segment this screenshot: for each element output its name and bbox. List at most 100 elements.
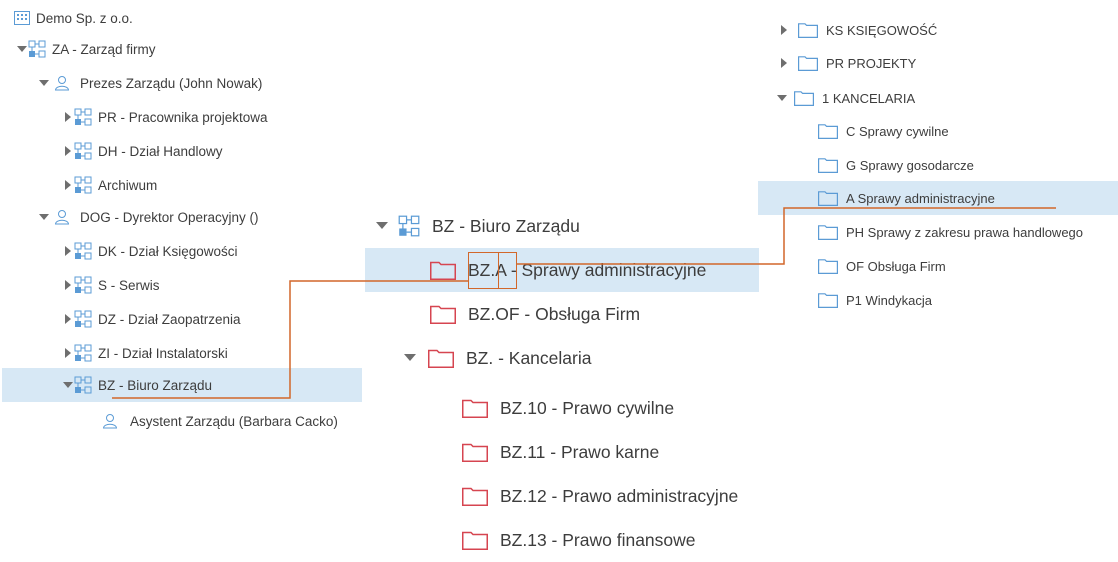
person-icon <box>54 209 70 225</box>
folder-bz-13[interactable]: BZ.13 - Prawo finansowe <box>462 518 696 562</box>
tree-item-label: BZ - Biuro Zarządu <box>432 215 580 236</box>
folder-icon <box>818 292 838 308</box>
tree-item-label: BZ.13 - Prawo finansowe <box>500 529 696 550</box>
folder-bz-12[interactable]: BZ.12 - Prawo administracyjne <box>462 474 738 518</box>
expanded-arrow-icon[interactable] <box>404 352 416 364</box>
building-icon <box>14 11 30 25</box>
tree-item-label: Archiwum <box>98 177 158 193</box>
folder-icon <box>462 398 488 418</box>
folder-icon <box>818 157 838 173</box>
collapsed-arrow-icon[interactable] <box>62 347 74 359</box>
tree-item-dk[interactable]: DK - Dział Księgowości <box>62 234 238 268</box>
collapsed-arrow-icon[interactable] <box>778 57 790 69</box>
tree-item-zi[interactable]: ZI - Dział Instalatorski <box>62 336 228 370</box>
org-unit-icon <box>74 142 92 160</box>
folder-bz-11[interactable]: BZ.11 - Prawo karne <box>462 430 659 474</box>
collapsed-arrow-icon[interactable] <box>62 179 74 191</box>
org-unit-icon <box>74 310 92 328</box>
folder-icon <box>798 55 818 71</box>
expanded-arrow-icon[interactable] <box>38 77 50 89</box>
tree-item-s[interactable]: S - Serwis <box>62 268 160 302</box>
tree-item-label: BZ.11 - Prawo karne <box>500 441 660 462</box>
folder-kancelaria[interactable]: 1 KANCELARIA <box>776 81 915 115</box>
tree-item-dh[interactable]: DH - Dział Handlowy <box>62 134 223 168</box>
tree-item-bz[interactable]: BZ - Biuro Zarządu <box>62 368 212 402</box>
tree-item-asystent[interactable]: Asystent Zarządu (Barbara Cacko) <box>102 404 338 438</box>
tree-item-label: PR PROJEKTY <box>826 55 917 71</box>
code-annotation-box <box>498 252 517 289</box>
folder-bz-of[interactable]: BZ.OF - Obsługa Firm <box>430 292 640 336</box>
folder-icon <box>430 304 456 324</box>
org-unit-icon <box>74 242 92 260</box>
folder-icon <box>430 260 456 280</box>
folder-icon <box>462 442 488 462</box>
folder-bz[interactable]: BZ - Biuro Zarządu <box>376 204 580 248</box>
tree-item-label: PR - Pracownika projektowa <box>98 109 268 125</box>
tree-item-label: C Sprawy cywilne <box>846 123 949 139</box>
expanded-arrow-icon[interactable] <box>38 211 50 223</box>
tree-item-prezes[interactable]: Prezes Zarządu (John Nowak) <box>38 66 262 100</box>
tree-item-label: OF Obsługa Firm <box>846 258 946 274</box>
collapsed-arrow-icon[interactable] <box>62 245 74 257</box>
tree-item-dz[interactable]: DZ - Dział Zaopatrzenia <box>62 302 241 336</box>
tree-item-label: BZ.12 - Prawo administracyjne <box>500 485 739 506</box>
folder-icon <box>818 224 838 240</box>
collapsed-arrow-icon[interactable] <box>62 313 74 325</box>
tree-item-pr[interactable]: PR - Pracownika projektowa <box>62 100 268 134</box>
tree-item-label: BZ - Biuro Zarządu <box>98 377 213 393</box>
tree-item-label: ZA - Zarząd firmy <box>52 41 156 57</box>
person-icon <box>54 75 70 91</box>
folder-bz-10[interactable]: BZ.10 - Prawo cywilne <box>462 386 674 430</box>
tree-item-label: Asystent Zarządu (Barbara Cacko) <box>130 413 338 429</box>
prefix-annotation-box <box>468 252 499 289</box>
folder-icon <box>798 22 818 38</box>
folder-icon <box>462 530 488 550</box>
tree-item-archiwum[interactable]: Archiwum <box>62 168 157 202</box>
folder-bz-kancelaria[interactable]: BZ. - Kancelaria <box>404 336 591 380</box>
folder-a[interactable]: A Sprawy administracyjne <box>818 181 995 215</box>
folder-ph[interactable]: PH Sprawy z zakresu prawa handlowego <box>818 215 1083 249</box>
tree-item-label: ZI - Dział Instalatorski <box>98 345 228 361</box>
collapsed-arrow-icon[interactable] <box>62 279 74 291</box>
tree-item-label: BZ.OF - Obsługa Firm <box>468 303 641 324</box>
folder-pr[interactable]: PR PROJEKTY <box>778 46 916 80</box>
folder-p1[interactable]: P1 Windykacja <box>818 283 932 317</box>
tree-item-label: S - Serwis <box>98 277 160 293</box>
tree-item-label: DOG - Dyrektor Operacyjny () <box>80 209 259 225</box>
expanded-arrow-icon[interactable] <box>376 220 388 232</box>
tree-item-label: BZ.10 - Prawo cywilne <box>500 397 675 418</box>
expanded-arrow-icon[interactable] <box>62 379 74 391</box>
tree-item-label: PH Sprawy z zakresu prawa handlowego <box>846 224 1084 240</box>
folder-icon <box>818 123 838 139</box>
collapsed-arrow-icon[interactable] <box>778 24 790 36</box>
expanded-arrow-icon[interactable] <box>776 92 788 104</box>
collapsed-arrow-icon[interactable] <box>62 145 74 157</box>
folder-of[interactable]: OF Obsługa Firm <box>818 249 946 283</box>
folder-g[interactable]: G Sprawy gosodarcze <box>818 148 974 182</box>
org-unit-icon <box>74 276 92 294</box>
folder-ks[interactable]: KS KSIĘGOWOŚĆ <box>778 13 937 47</box>
folder-c[interactable]: C Sprawy cywilne <box>818 114 949 148</box>
folder-icon <box>794 90 814 106</box>
tree-root-company[interactable]: Demo Sp. z o.o. <box>14 1 133 35</box>
collapsed-arrow-icon[interactable] <box>62 111 74 123</box>
folder-icon <box>818 190 838 206</box>
tree-item-label: 1 KANCELARIA <box>822 90 916 106</box>
tree-item-dog[interactable]: DOG - Dyrektor Operacyjny () <box>38 200 259 234</box>
expanded-arrow-icon[interactable] <box>16 43 28 55</box>
tree-item-label: G Sprawy gosodarcze <box>846 157 974 173</box>
tree-item-label: P1 Windykacja <box>846 292 932 308</box>
folder-icon <box>428 348 454 368</box>
org-unit-icon <box>74 376 92 394</box>
tree-item-label: DZ - Dział Zaopatrzenia <box>98 311 241 327</box>
folder-icon <box>818 258 838 274</box>
tree-item-label: KS KSIĘGOWOŚĆ <box>826 22 938 38</box>
tree-item-label: DK - Dział Księgowości <box>98 243 238 259</box>
tree-item-label: DH - Dział Handlowy <box>98 143 223 159</box>
folder-icon <box>462 486 488 506</box>
org-unit-icon <box>74 108 92 126</box>
org-unit-icon <box>398 215 420 237</box>
tree-item-za[interactable]: ZA - Zarząd firmy <box>16 32 156 66</box>
org-unit-icon <box>74 176 92 194</box>
label-rest: - Sprawy administracyjne <box>505 259 707 280</box>
